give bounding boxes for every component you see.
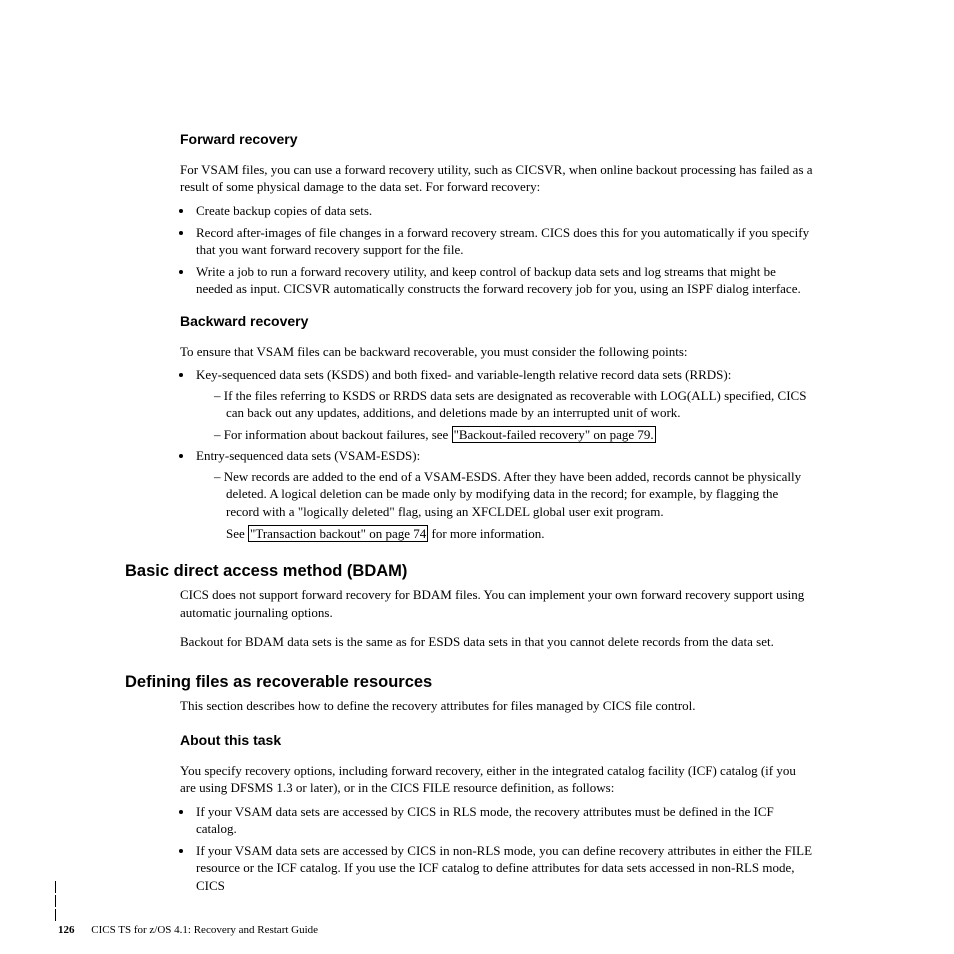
para-defining-intro: This section describes how to define the… bbox=[180, 697, 814, 715]
heading-about-task: About this task bbox=[180, 731, 814, 750]
change-bar-icon bbox=[55, 881, 56, 893]
text: For information about backout failures, … bbox=[224, 427, 452, 442]
para-bdam-1: CICS does not support forward recovery f… bbox=[180, 586, 814, 621]
para-forward-intro: For VSAM files, you can use a forward re… bbox=[180, 161, 814, 196]
page-footer: 126 CICS TS for z/OS 4.1: Recovery and R… bbox=[58, 924, 318, 936]
list-item: If your VSAM data sets are accessed by C… bbox=[194, 842, 814, 895]
text: for more information. bbox=[428, 526, 544, 541]
sublist: New records are added to the end of a VS… bbox=[196, 468, 814, 542]
text: New records are added to the end of a VS… bbox=[224, 469, 801, 519]
para-about-intro: You specify recovery options, including … bbox=[180, 762, 814, 797]
cross-reference-link[interactable]: "Transaction backout" on page 74 bbox=[248, 525, 428, 542]
list-item-text: Key-sequenced data sets (KSDS) and both … bbox=[196, 367, 731, 382]
sublist-item: If the files referring to KSDS or RRDS d… bbox=[214, 387, 814, 422]
change-bar-icon bbox=[55, 909, 56, 921]
list-item: Key-sequenced data sets (KSDS) and both … bbox=[194, 366, 814, 443]
text: See bbox=[226, 526, 248, 541]
heading-forward-recovery: Forward recovery bbox=[180, 130, 814, 149]
change-bar-icon bbox=[55, 895, 56, 907]
list-item-text: Entry-sequenced data sets (VSAM-ESDS): bbox=[196, 448, 420, 463]
heading-backward-recovery: Backward recovery bbox=[180, 312, 814, 331]
sublist: If the files referring to KSDS or RRDS d… bbox=[196, 387, 814, 444]
sublist-item: New records are added to the end of a VS… bbox=[214, 468, 814, 542]
list-item: Entry-sequenced data sets (VSAM-ESDS): N… bbox=[194, 447, 814, 542]
list-item: Write a job to run a forward recovery ut… bbox=[194, 263, 814, 298]
list-item: Record after-images of file changes in a… bbox=[194, 224, 814, 259]
see-note: See "Transaction backout" on page 74 for… bbox=[226, 525, 814, 543]
cross-reference-link[interactable]: "Backout-failed recovery" on page 79. bbox=[452, 426, 656, 443]
list-about: If your VSAM data sets are accessed by C… bbox=[180, 803, 814, 895]
heading-bdam: Basic direct access method (BDAM) bbox=[125, 560, 814, 582]
list-item: Create backup copies of data sets. bbox=[194, 202, 814, 220]
page-number: 126 bbox=[58, 924, 75, 936]
list-backward: Key-sequenced data sets (KSDS) and both … bbox=[180, 366, 814, 542]
para-backward-intro: To ensure that VSAM files can be backwar… bbox=[180, 343, 814, 361]
sublist-item: For information about backout failures, … bbox=[214, 426, 814, 444]
heading-defining-files: Defining files as recoverable resources bbox=[125, 671, 814, 693]
footer-text: CICS TS for z/OS 4.1: Recovery and Resta… bbox=[91, 924, 318, 936]
para-bdam-2: Backout for BDAM data sets is the same a… bbox=[180, 633, 814, 651]
list-forward: Create backup copies of data sets. Recor… bbox=[180, 202, 814, 298]
list-item: If your VSAM data sets are accessed by C… bbox=[194, 803, 814, 838]
